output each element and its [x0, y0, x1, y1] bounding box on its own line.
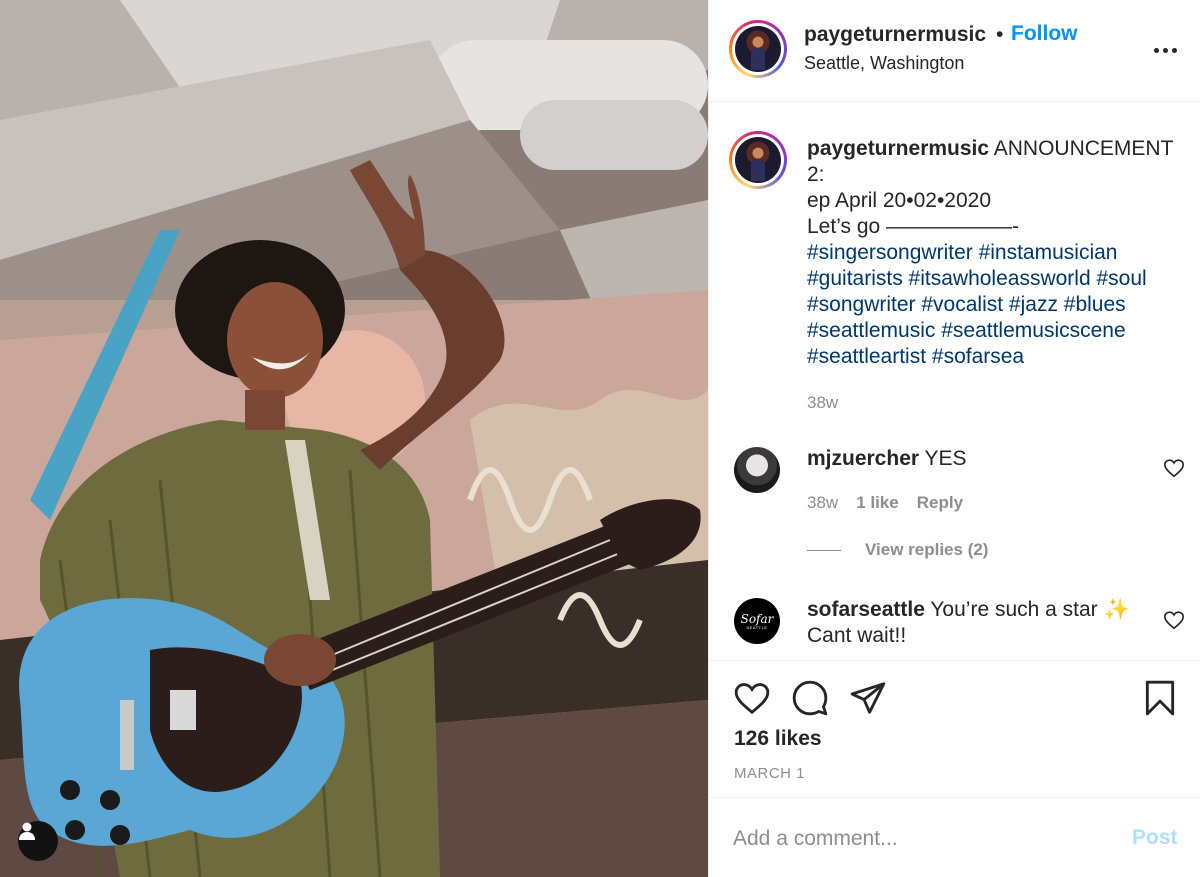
post-date[interactable]: MARCH 1	[734, 765, 805, 782]
caption-text-line2: ep April 20•02•2020	[807, 189, 992, 212]
view-replies-label: View replies (2)	[865, 540, 989, 559]
caption-username[interactable]: paygeturnermusic	[807, 137, 989, 160]
comment-item: mjzuercher YES	[807, 446, 1137, 472]
sofar-logo: Sofar	[740, 611, 774, 626]
view-replies-button[interactable]: View replies (2)	[807, 540, 988, 560]
post-comment-button[interactable]: Post	[1132, 826, 1178, 850]
post-header: paygeturnermusic • Follow Seattle, Washi…	[709, 0, 1200, 102]
sparkles-emoji: ✨	[1103, 598, 1130, 621]
likes-count[interactable]: 126 likes	[734, 727, 822, 751]
hashtag-line[interactable]: #singersongwriter #instamusician	[807, 240, 1177, 266]
comment-text: YES	[919, 447, 967, 470]
bookmark-icon[interactable]	[1141, 679, 1179, 717]
more-horizontal-icon	[1153, 47, 1159, 53]
post-photo[interactable]	[0, 0, 708, 877]
tagged-user-button[interactable]	[18, 821, 58, 861]
post-actions: 126 likes MARCH 1	[709, 660, 1200, 798]
comment-text-continued: Cant wait!!	[807, 624, 907, 647]
comment-meta: 38w 1 like Reply	[807, 493, 963, 513]
comment-like-heart-icon[interactable]	[1163, 609, 1185, 631]
reply-button[interactable]: Reply	[917, 493, 963, 513]
sofar-logo-sub: SEATTLE	[746, 624, 768, 630]
hashtag-line[interactable]: #seattleartist #sofarsea	[807, 344, 1177, 370]
comment-likes-count[interactable]: 1 like	[856, 493, 899, 513]
comment-input[interactable]	[733, 821, 1113, 857]
caption-author-avatar[interactable]	[729, 131, 787, 189]
comment-username[interactable]: sofarseattle	[807, 598, 925, 621]
share-icon[interactable]	[849, 679, 887, 717]
hashtag-line[interactable]: #songwriter #vocalist #jazz #blues	[807, 292, 1177, 318]
comment-timestamp[interactable]: 38w	[807, 493, 838, 513]
hashtag-line[interactable]: #seattlemusic #seattlemusicscene	[807, 318, 1177, 344]
post-side-panel: paygeturnermusic • Follow Seattle, Washi…	[708, 0, 1200, 877]
add-comment-bar: Post	[709, 799, 1200, 877]
heart-icon[interactable]	[733, 679, 771, 717]
comment-item: sofarseattle You’re such a star ✨ Cant w…	[807, 597, 1137, 649]
photo-illustration	[0, 0, 708, 877]
comment-username[interactable]: mjzuercher	[807, 447, 919, 470]
user-icon	[19, 822, 35, 840]
commenter-avatar[interactable]: Sofar SEATTLE	[734, 598, 780, 644]
author-username[interactable]: paygeturnermusic	[804, 23, 986, 47]
caption-timestamp[interactable]: 38w	[807, 393, 838, 413]
hashtag-line[interactable]: #guitarists #itsawholeassworld #soul	[807, 266, 1177, 292]
comment-like-heart-icon[interactable]	[1163, 457, 1185, 479]
caption-text-line3: Let’s go ——————-	[807, 215, 1019, 238]
more-options-button[interactable]	[1149, 36, 1181, 64]
post-location[interactable]: Seattle, Washington	[804, 53, 964, 74]
post-caption: paygeturnermusic ANNOUNCEMENT 2: ep Apri…	[807, 136, 1177, 370]
replies-divider	[807, 549, 841, 551]
comment-icon[interactable]	[791, 679, 829, 717]
commenter-avatar[interactable]	[734, 447, 780, 493]
separator-dot: •	[996, 23, 1004, 46]
comment-text: You’re such a star	[924, 598, 1104, 621]
author-avatar[interactable]	[729, 20, 787, 78]
follow-button[interactable]: Follow	[1011, 22, 1078, 46]
